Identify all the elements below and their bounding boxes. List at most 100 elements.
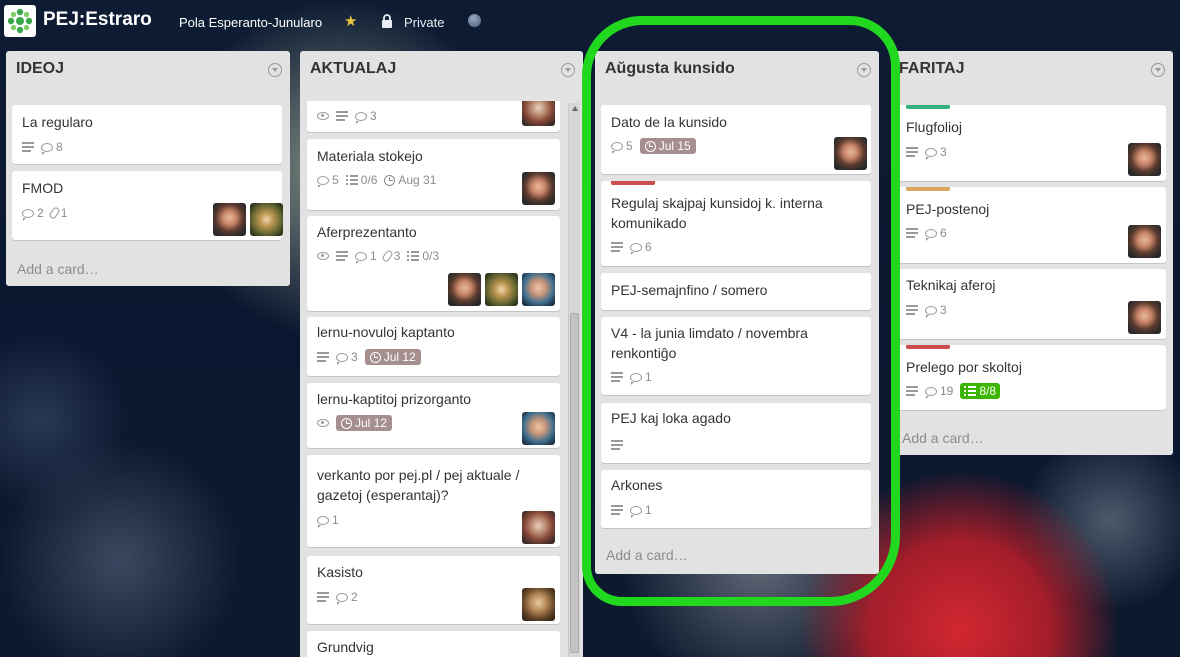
comment-icon xyxy=(22,208,34,221)
card-pej-kaj-loka-agado[interactable]: PEJ kaj loka agado xyxy=(601,403,871,463)
member-avatar[interactable] xyxy=(485,273,518,306)
card-title: Flugfolioj xyxy=(906,119,963,135)
member-avatar[interactable] xyxy=(250,203,283,236)
card-materiala-stokejo[interactable]: Materiala stokejo 5 0/6 Aug 31 xyxy=(307,139,560,210)
list-augusta-kunsido: Aŭgusta kunsido Dato de la kunsido 5 Jul… xyxy=(595,51,879,574)
comment-icon xyxy=(630,372,642,385)
member-avatar[interactable] xyxy=(522,101,555,126)
list-cards-scroll[interactable]: 3 Materiala stokejo 5 0/6 Aug 31 Aferpre… xyxy=(300,101,568,657)
card-dato-de-la-kunsido[interactable]: Dato de la kunsido 5 Jul 15 xyxy=(601,105,871,174)
list-menu-icon[interactable] xyxy=(561,63,575,77)
list-title[interactable]: FARITAJ xyxy=(899,60,964,78)
star-icon[interactable]: ★ xyxy=(344,12,357,30)
organization-link[interactable]: Pola Esperanto-Junularo xyxy=(179,15,322,30)
description-icon xyxy=(906,305,918,315)
member-avatar[interactable] xyxy=(213,203,246,236)
scroll-thumb[interactable] xyxy=(570,313,579,653)
add-card-button[interactable]: Add a card… xyxy=(17,261,99,277)
comments-badge: 3 xyxy=(355,109,377,124)
card-teknikaj-aferoj[interactable]: Teknikaj aferoj 3 xyxy=(896,269,1166,339)
member-avatar-icon[interactable] xyxy=(468,14,481,27)
card-title: lernu-kaptitoj prizorganto xyxy=(317,391,472,407)
attachments-badge: 3 xyxy=(380,249,400,263)
comments-badge: 1 xyxy=(630,503,652,518)
due-date-badge: Jul 15 xyxy=(639,138,696,154)
member-avatar[interactable] xyxy=(522,412,555,445)
member-avatar[interactable] xyxy=(522,511,555,544)
comment-icon xyxy=(630,242,642,255)
member-avatar[interactable] xyxy=(522,588,555,621)
card-prelego-por-skoltoj[interactable]: Prelego por skoltoj 19 8/8 xyxy=(896,345,1166,410)
description-icon xyxy=(906,386,918,396)
card-regulaj-skajpaj[interactable]: Regulaj skajpaj kunsidoj k. interna komu… xyxy=(601,181,871,266)
list-menu-icon[interactable] xyxy=(1151,63,1165,77)
card-title: lernu-novuloj kaptanto xyxy=(317,324,455,340)
list-scrollbar[interactable] xyxy=(568,103,580,657)
card-lernu-kaptitoj-prizorganto[interactable]: lernu-kaptitoj prizorganto Jul 12 xyxy=(307,383,560,448)
card-pej-semajnfino[interactable]: PEJ-semajnfino / somero xyxy=(601,273,871,310)
list-menu-icon[interactable] xyxy=(857,63,871,77)
red-label xyxy=(611,181,655,185)
member-avatar[interactable] xyxy=(1128,301,1161,334)
checklist-icon xyxy=(407,251,420,261)
due-date-badge: Jul 12 xyxy=(364,349,421,365)
due-date-badge: Jul 12 xyxy=(336,415,393,431)
card-la-regularo[interactable]: La regularo 8 xyxy=(12,105,282,164)
list-menu-icon[interactable] xyxy=(268,63,282,77)
card-verkanto[interactable]: verkanto por pej.pl / pej aktuale / gaze… xyxy=(307,455,560,547)
comments-badge: 5 xyxy=(317,173,339,188)
paperclip-icon xyxy=(380,249,394,263)
card-v4-la-junia[interactable]: V4 - la junia limdato / novembra renkont… xyxy=(601,317,871,395)
card-lernu-novuloj-kaptanto[interactable]: lernu-novuloj kaptanto 3 Jul 12 xyxy=(307,317,560,376)
card-title: Teknikaj aferoj xyxy=(906,277,996,293)
comments-badge: 1 xyxy=(355,249,377,264)
orange-label xyxy=(906,187,950,191)
card-arkones[interactable]: Arkones 1 xyxy=(601,470,871,528)
card-flugfolioj[interactable]: Flugfolioj 3 xyxy=(896,105,1166,181)
card-kasisto[interactable]: Kasisto 2 xyxy=(307,556,560,624)
description-icon xyxy=(611,440,623,450)
description-icon xyxy=(317,352,329,362)
comment-icon xyxy=(630,505,642,518)
comments-badge: 8 xyxy=(41,140,63,155)
card-title: Aferprezentanto xyxy=(317,224,417,240)
add-card-button[interactable]: Add a card… xyxy=(902,430,984,446)
member-avatar[interactable] xyxy=(448,273,481,306)
comments-badge: 3 xyxy=(925,303,947,318)
description-icon xyxy=(906,228,918,238)
list-title[interactable]: IDEOJ xyxy=(16,60,64,78)
card-aferprezentanto[interactable]: Aferprezentanto 1 3 0/3 xyxy=(307,216,560,311)
description-icon xyxy=(611,242,623,252)
card-fmod[interactable]: FMOD 2 1 xyxy=(12,171,283,240)
checklist-icon xyxy=(964,386,977,396)
card-title: Arkones xyxy=(611,477,663,493)
description-icon xyxy=(22,142,34,152)
member-avatar[interactable] xyxy=(834,137,867,170)
member-avatar[interactable] xyxy=(522,172,555,205)
clock-icon xyxy=(644,140,656,152)
add-card-button[interactable]: Add a card… xyxy=(606,547,688,563)
comments-badge: 3 xyxy=(336,350,358,365)
board-logo-icon[interactable] xyxy=(4,5,36,37)
card-partial[interactable]: 3 xyxy=(307,101,560,132)
card-pej-postenoj[interactable]: PEJ-postenoj 6 xyxy=(896,187,1166,263)
scroll-up-arrow-icon[interactable] xyxy=(572,106,578,111)
comments-badge: 2 xyxy=(22,206,44,221)
member-avatar[interactable] xyxy=(1128,225,1161,258)
board-title[interactable]: PEJ:Estraro xyxy=(43,9,152,31)
card-title: Materiala stokejo xyxy=(317,148,423,164)
list-title[interactable]: Aŭgusta kunsido xyxy=(605,60,735,78)
red-label xyxy=(906,345,950,349)
member-avatar[interactable] xyxy=(522,273,555,306)
member-avatar[interactable] xyxy=(1128,143,1161,176)
watch-icon xyxy=(317,419,329,427)
clock-icon xyxy=(341,417,352,429)
attachments-badge: 1 xyxy=(47,206,67,220)
comments-badge: 2 xyxy=(336,590,358,605)
description-icon xyxy=(611,372,623,382)
card-grundvig[interactable]: Grundvig xyxy=(307,631,560,657)
description-icon xyxy=(317,592,329,602)
list-title[interactable]: AKTUALAJ xyxy=(310,60,396,78)
clock-icon xyxy=(369,351,381,363)
visibility-status[interactable]: Private xyxy=(404,15,444,30)
